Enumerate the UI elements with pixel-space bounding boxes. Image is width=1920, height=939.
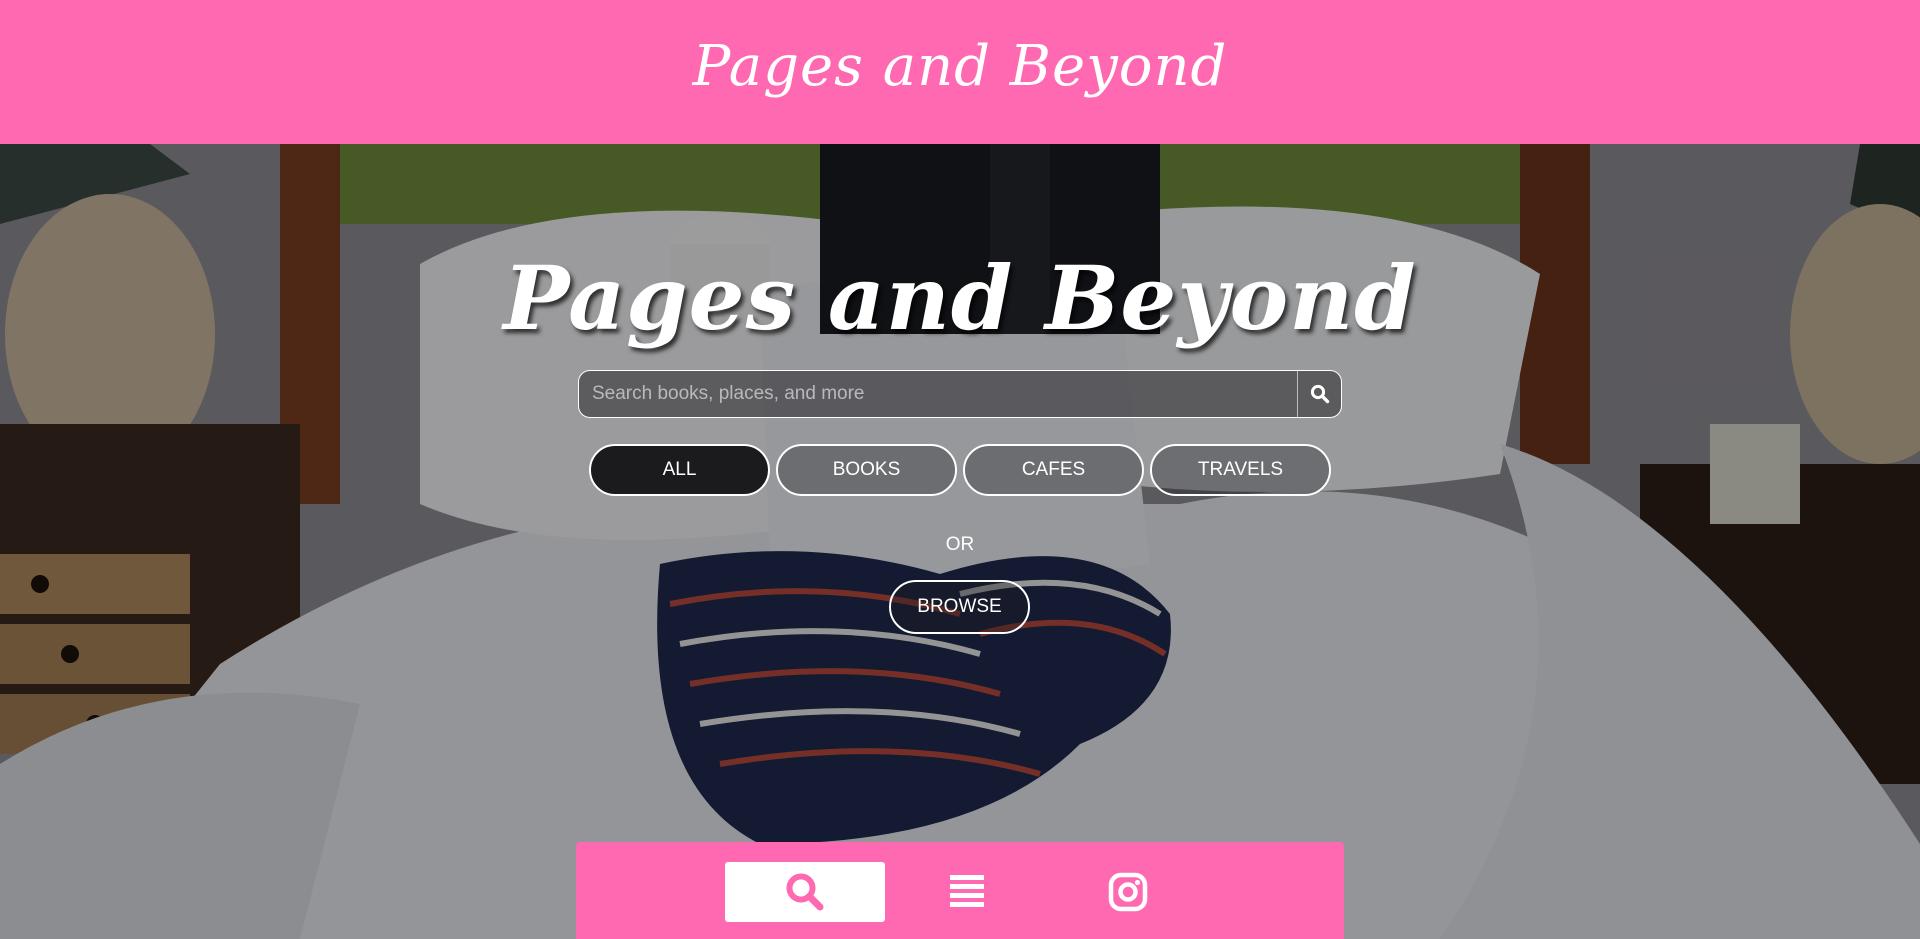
- nav-search-button[interactable]: [725, 862, 885, 922]
- filter-cafes-button[interactable]: CAFES: [963, 444, 1144, 496]
- nav-list-button[interactable]: [887, 862, 1047, 922]
- filter-travels-button[interactable]: TRAVELS: [1150, 444, 1331, 496]
- search-icon: [786, 873, 824, 911]
- browse-button[interactable]: BROWSE: [889, 580, 1030, 634]
- top-header: Pages and Beyond: [0, 0, 1920, 144]
- search-submit-button[interactable]: [1297, 371, 1341, 417]
- search-icon: [1310, 384, 1329, 404]
- hero-title: Pages and Beyond: [503, 246, 1417, 350]
- instagram-icon: [1108, 872, 1148, 912]
- list-icon: [950, 875, 984, 907]
- search-input[interactable]: [579, 371, 1297, 417]
- search-bar: [578, 370, 1342, 418]
- category-filters: ALL BOOKS CAFES TRAVELS: [589, 444, 1331, 496]
- filter-books-button[interactable]: BOOKS: [776, 444, 957, 496]
- hero-section: Pages and Beyond ALL BOOKS CAFES TRAVELS…: [0, 144, 1920, 939]
- nav-instagram-button[interactable]: [1048, 862, 1208, 922]
- brand-logo-text[interactable]: Pages and Beyond: [693, 34, 1228, 99]
- filter-all-button[interactable]: ALL: [589, 444, 770, 496]
- or-divider-label: OR: [945, 534, 975, 555]
- bottom-nav-bar: [576, 842, 1344, 939]
